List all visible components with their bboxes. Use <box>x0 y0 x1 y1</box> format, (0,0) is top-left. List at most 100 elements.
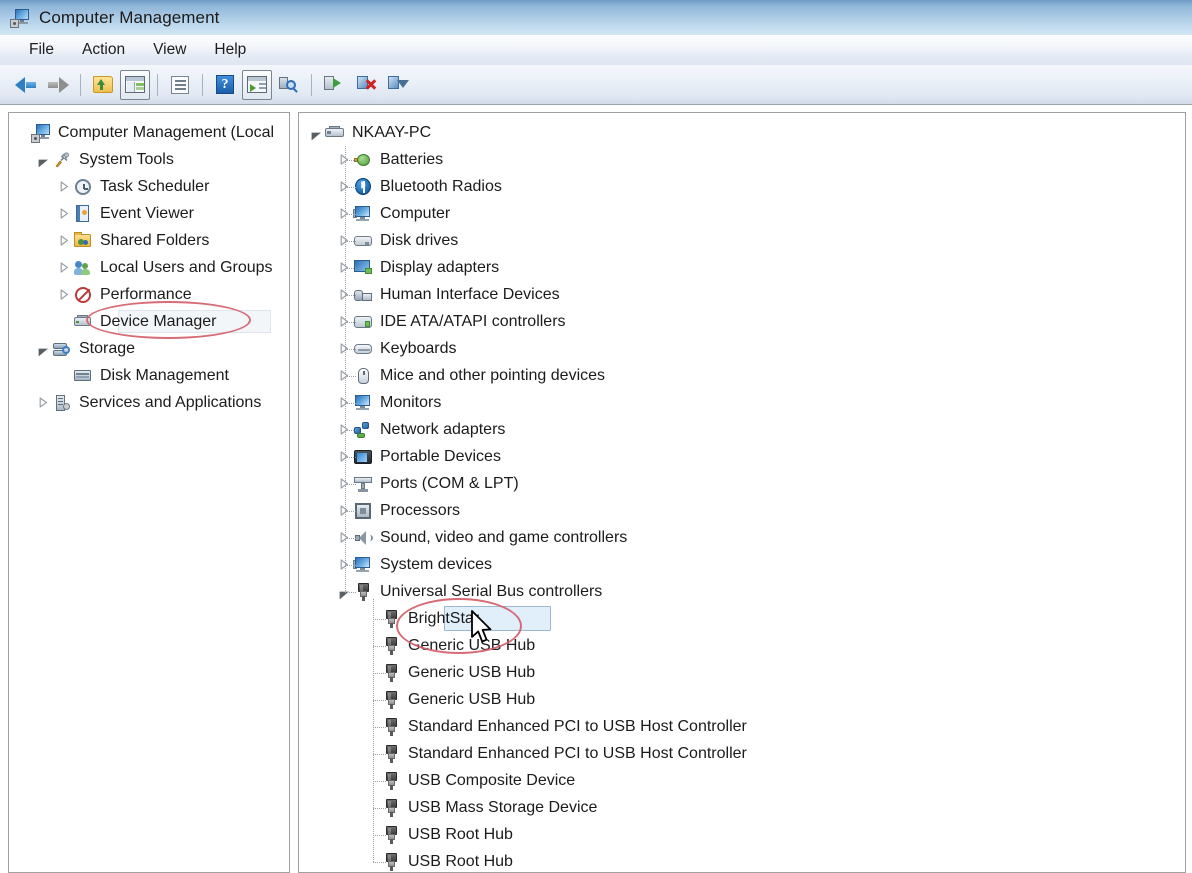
uninstall-device-button[interactable] <box>383 70 413 100</box>
console-tree-item[interactable]: Storage <box>9 335 289 362</box>
menu-view[interactable]: View <box>142 39 197 61</box>
scan-for-hardware-changes-button[interactable] <box>274 70 304 100</box>
device-tree-item[interactable]: USB Mass Storage Device <box>299 794 1185 821</box>
tree-item-label: Generic USB Hub <box>408 690 536 708</box>
device-tree-item[interactable]: Keyboards <box>299 335 1185 362</box>
expander[interactable] <box>57 200 73 227</box>
device-tree-item[interactable]: Bluetooth Radios <box>299 173 1185 200</box>
tree-connector-line <box>373 781 386 782</box>
device-tree-item[interactable]: Human Interface Devices <box>299 281 1185 308</box>
disable-device-button[interactable] <box>351 70 381 100</box>
toolbar-separator-4 <box>311 73 312 96</box>
device-tree-item[interactable]: Mice and other pointing devices <box>299 362 1185 389</box>
tree-connector-line <box>373 727 386 728</box>
device-tree-item[interactable]: Generic USB Hub <box>299 659 1185 686</box>
tree-item-label: USB Root Hub <box>408 825 513 843</box>
device-tree-item[interactable]: BrightStar <box>299 605 1185 632</box>
forward-button[interactable] <box>43 70 73 100</box>
expand-collapse-chevron-icon[interactable] <box>38 344 49 357</box>
expander[interactable] <box>309 119 325 146</box>
device-tree-item[interactable]: Standard Enhanced PCI to USB Host Contro… <box>299 740 1185 767</box>
tree-connector-line <box>345 295 356 296</box>
expand-collapse-chevron-icon[interactable] <box>38 155 49 168</box>
expander[interactable] <box>57 173 73 200</box>
tree-connector-line <box>373 619 386 620</box>
expand-collapse-chevron-icon[interactable] <box>60 235 69 246</box>
console-tree-item[interactable]: Event Viewer <box>9 200 289 227</box>
device-tree-item[interactable]: Processors <box>299 497 1185 524</box>
show-hide-console-tree-button[interactable] <box>120 69 150 100</box>
expander[interactable] <box>57 281 73 308</box>
tree-item-label: USB Composite Device <box>408 771 576 789</box>
folder-up-icon <box>93 76 113 93</box>
device-tree-item[interactable]: Batteries <box>299 146 1185 173</box>
toolbar: ? <box>0 65 1192 105</box>
expander[interactable] <box>57 227 73 254</box>
properties-button[interactable] <box>165 70 195 100</box>
expand-collapse-chevron-icon[interactable] <box>60 289 69 300</box>
console-tree-item[interactable]: Disk Management <box>9 362 289 389</box>
device-tree-item[interactable]: USB Root Hub <box>299 848 1185 872</box>
tree-item-label: Universal Serial Bus controllers <box>380 582 603 600</box>
console-tree-item[interactable]: Task Scheduler <box>9 173 289 200</box>
tree-item-label: System Tools <box>79 150 174 168</box>
expander[interactable] <box>36 335 52 362</box>
window-title: Computer Management <box>39 7 220 27</box>
device-tree-item[interactable]: USB Composite Device <box>299 767 1185 794</box>
console-tree-item[interactable]: Shared Folders <box>9 227 289 254</box>
console-tree-item[interactable]: Performance <box>9 281 289 308</box>
device-tree-item[interactable]: Universal Serial Bus controllers <box>299 578 1185 605</box>
tree-connector-line <box>345 349 356 350</box>
tree-connector-line <box>345 430 356 431</box>
portable-device-icon <box>353 447 373 467</box>
console-tree-item[interactable]: Local Users and Groups <box>9 254 289 281</box>
tree-item-label: NKAAY-PC <box>352 123 432 141</box>
expander[interactable] <box>57 254 73 281</box>
help-icon: ? <box>216 75 234 94</box>
console-tree-item[interactable]: Services and Applications <box>9 389 289 416</box>
expand-collapse-chevron-icon[interactable] <box>60 262 69 273</box>
device-tree-item[interactable]: USB Root Hub <box>299 821 1185 848</box>
back-button[interactable] <box>11 70 41 100</box>
device-tree-item[interactable]: Monitors <box>299 389 1185 416</box>
menu-action[interactable]: Action <box>71 39 136 61</box>
tree-connector-line <box>373 673 386 674</box>
show-hide-action-pane-button[interactable] <box>242 69 272 100</box>
expand-collapse-chevron-icon[interactable] <box>60 208 69 219</box>
device-tree-item[interactable]: System devices <box>299 551 1185 578</box>
device-manager-pane[interactable]: NKAAY-PC Batteries Bluetooth Radios Compute… <box>298 112 1186 873</box>
menu-file[interactable]: File <box>18 39 65 61</box>
update-driver-button[interactable] <box>319 70 349 100</box>
device-tree-item[interactable]: Generic USB Hub <box>299 632 1185 659</box>
expand-collapse-chevron-icon[interactable] <box>60 181 69 192</box>
console-tree-item[interactable]: System Tools <box>9 146 289 173</box>
console-tree-pane[interactable]: Computer Management (Local System Tools Ta… <box>8 112 290 873</box>
menu-help[interactable]: Help <box>203 39 257 61</box>
tree-connector-line <box>345 214 356 215</box>
tree-item-label: Performance <box>100 285 192 303</box>
console-tree-item[interactable]: Computer Management (Local <box>9 119 289 146</box>
device-tree-item[interactable]: Sound, video and game controllers <box>299 524 1185 551</box>
device-tree-item[interactable]: Disk drives <box>299 227 1185 254</box>
device-tree-item[interactable]: IDE ATA/ATAPI controllers <box>299 308 1185 335</box>
expander[interactable] <box>36 146 52 173</box>
tree-item-label: System devices <box>380 555 493 573</box>
expand-collapse-chevron-icon[interactable] <box>39 397 48 408</box>
storage-icon <box>52 339 72 359</box>
expand-collapse-chevron-icon[interactable] <box>311 128 322 141</box>
device-tree-item[interactable]: Ports (COM & LPT) <box>299 470 1185 497</box>
help-button[interactable]: ? <box>210 70 240 100</box>
device-tree-item[interactable]: Standard Enhanced PCI to USB Host Contro… <box>299 713 1185 740</box>
device-tree-item[interactable]: Computer <box>299 200 1185 227</box>
device-tree-item[interactable]: Display adapters <box>299 254 1185 281</box>
bluetooth-icon <box>353 177 373 197</box>
tree-item-label: USB Mass Storage Device <box>408 798 598 816</box>
expander[interactable] <box>36 389 52 416</box>
device-tree-item[interactable]: Network adapters <box>299 416 1185 443</box>
device-tree-item[interactable]: Portable Devices <box>299 443 1185 470</box>
device-tree-item[interactable]: Generic USB Hub <box>299 686 1185 713</box>
console-tree-item[interactable]: Device Manager <box>9 308 289 335</box>
tree-connector-line <box>345 484 356 485</box>
up-one-level-button[interactable] <box>88 70 118 100</box>
device-tree-item[interactable]: NKAAY-PC <box>299 119 1185 146</box>
